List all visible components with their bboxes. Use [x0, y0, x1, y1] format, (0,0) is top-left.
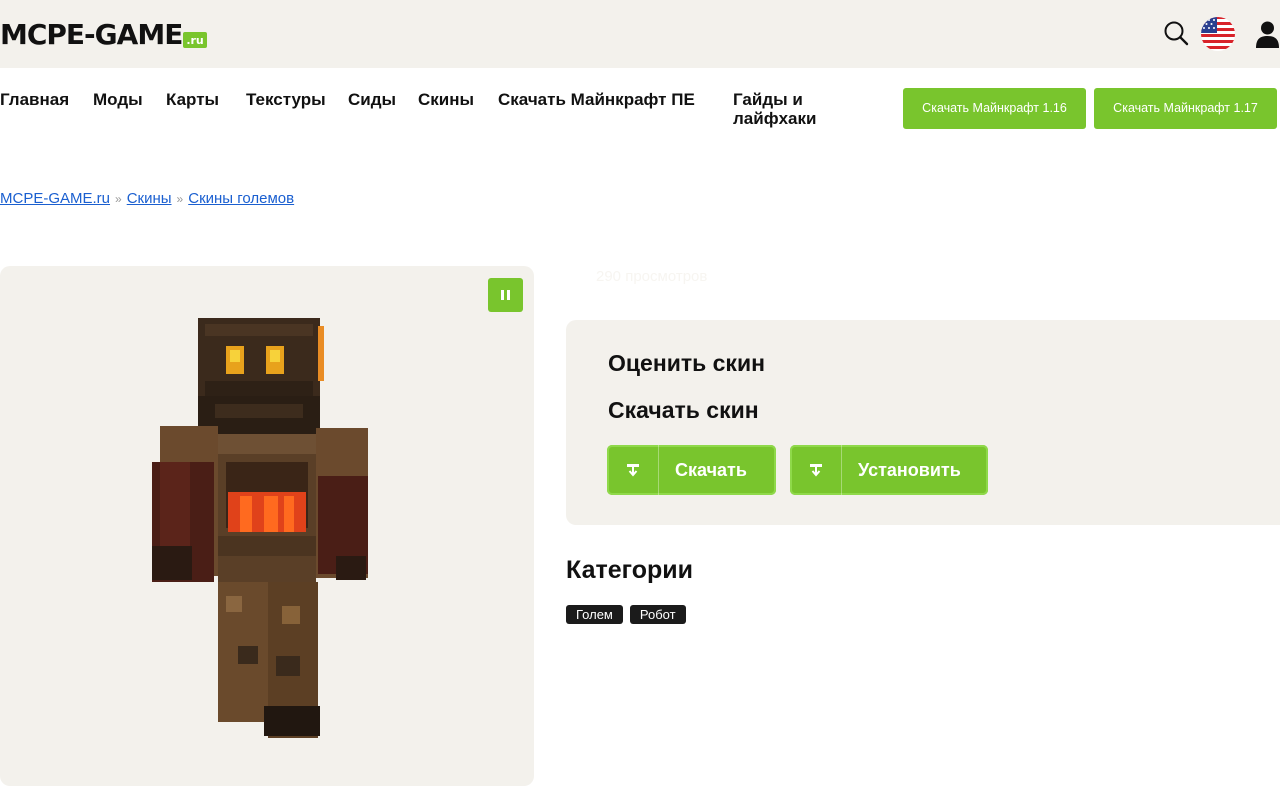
category-tag[interactable]: Робот [629, 605, 686, 624]
breadcrumb: MCPE-GAME.ru » Скины » Скины големов [0, 190, 294, 207]
nav-item-home[interactable]: Главная [0, 90, 69, 109]
user-icon[interactable] [1255, 20, 1280, 48]
download-117-button[interactable]: Скачать Майнкрафт 1.17 [1094, 88, 1277, 129]
download-icon [607, 445, 659, 495]
us-flag-icon[interactable] [1200, 16, 1236, 52]
rate-skin-title: Оценить скин [608, 350, 765, 376]
logo-suffix: .ru [183, 32, 207, 48]
nav-item-download-mcpe[interactable]: Скачать Майнкрафт ПЕ [498, 90, 698, 109]
category-tags: Голем Робот [566, 605, 693, 624]
install-skin-button[interactable]: Установить [790, 445, 988, 495]
nav-item-textures[interactable]: Текстуры [246, 90, 326, 109]
nav-item-maps[interactable]: Карты [166, 90, 219, 109]
pause-icon [507, 290, 510, 300]
site-logo[interactable]: MCPE-GAME .ru [0, 18, 207, 51]
pause-icon [501, 290, 504, 300]
search-icon[interactable] [1163, 20, 1191, 48]
skin-preview-image [152, 318, 368, 738]
breadcrumb-home-link[interactable]: MCPE-GAME.ru [0, 190, 110, 207]
breadcrumb-separator: » [115, 192, 122, 206]
nav-item-guides[interactable]: Гайды и лайфхаки [733, 90, 843, 128]
pause-animation-button[interactable] [488, 278, 523, 312]
nav-item-seeds[interactable]: Сиды [348, 90, 396, 109]
breadcrumb-skins-link[interactable]: Скины [127, 190, 172, 207]
download-116-button[interactable]: Скачать Майнкрафт 1.16 [903, 88, 1086, 129]
view-count: 290 просмотров [596, 268, 708, 285]
download-button-label: Скачать [675, 459, 747, 480]
top-bar: MCPE-GAME .ru [0, 0, 1280, 68]
logo-text: MCPE-GAME [0, 18, 183, 51]
nav-item-mods[interactable]: Моды [93, 90, 143, 109]
breadcrumb-golem-skins-link[interactable]: Скины големов [188, 190, 294, 207]
skin-preview-panel[interactable] [0, 266, 534, 786]
install-button-label: Установить [858, 459, 961, 480]
nav-item-skins[interactable]: Скины [418, 90, 474, 109]
categories-title: Категории [566, 556, 693, 584]
download-skin-button[interactable]: Скачать [607, 445, 776, 495]
install-icon [790, 445, 842, 495]
breadcrumb-separator: » [176, 192, 184, 206]
category-tag[interactable]: Голем [566, 605, 623, 624]
download-skin-title: Скачать скин [608, 397, 759, 423]
